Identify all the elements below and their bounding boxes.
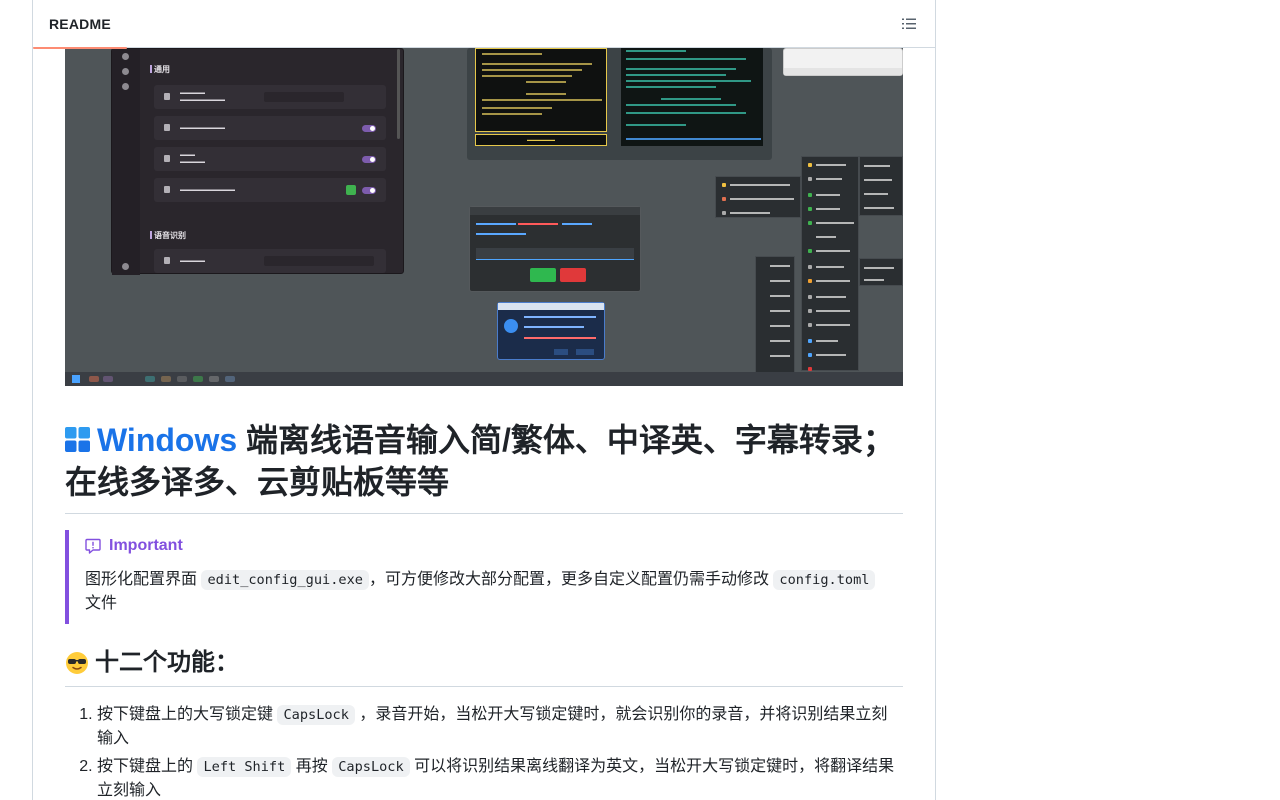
list-item: 按下键盘上的大写锁定键 CapsLock ，录音开始，当松开大写锁定键时，就会识… [97,703,903,751]
terminal-window [621,48,763,146]
alert-title: Important [85,536,903,556]
alert-title-text: Important [109,537,183,554]
dialog-ok-button[interactable] [530,268,556,282]
report-icon [85,538,101,554]
page-heading: Windows 端离线语音输入简/繁体、中译英、字幕转录；在线多译多、云剪贴板等… [65,419,903,514]
readme-tab[interactable]: README [33,0,127,49]
settings-section-general: 通用 [150,65,170,74]
alert-text-1: 图形化配置界面 [85,571,202,588]
app-screenshot-image: 通用 ▬▬▬▬▬ ▬▬▬▬▬▬▬▬▬ ▬▬▬▬▬▬▬▬▬ ▬▬▬ ▬▬▬▬▬ ▬▬▬… [65,48,903,386]
list-item: 按下键盘上的 Left Shift 再按 CapsLock 可以将识别结果离线翻… [97,755,903,800]
code-edit-config-gui: edit_config_gui.exe [201,570,369,590]
windows-taskbar [65,372,903,386]
features-heading: 十二个功能： [65,648,903,687]
question-icon [504,319,518,333]
alert-text-2: ，可方便修改大部分配置，更多自定义配置仍需手动修改 [368,571,774,588]
dialog-cancel-button[interactable] [560,268,586,282]
readme-content: 通用 ▬▬▬▬▬ ▬▬▬▬▬▬▬▬▬ ▬▬▬▬▬▬▬▬▬ ▬▬▬ ▬▬▬▬▬ ▬▬▬… [65,48,903,800]
code-capslock: CapsLock [277,705,355,725]
features-title: 十二个功能： [95,649,239,676]
readme-container: README 通用 ▬▬▬▬▬ ▬▬▬▬▬▬▬▬▬ ▬▬▬▬▬▬▬▬▬ ▬▬▬ … [32,0,936,800]
settings-section-speech: 语音识别 [150,231,186,240]
list-unordered-icon [902,18,916,29]
list-item-text: 按下键盘上的 [97,758,198,775]
settings-window: 通用 ▬▬▬▬▬ ▬▬▬▬▬▬▬▬▬ ▬▬▬▬▬▬▬▬▬ ▬▬▬ ▬▬▬▬▬ ▬▬▬… [111,48,404,275]
notepad-window [783,48,903,76]
log-panel-button[interactable]: ▬▬▬▬▬▬▬ [475,134,607,146]
list-item-text: 再按 [291,758,333,775]
code-capslock: CapsLock [332,757,410,777]
important-alert: Important 图形化配置界面 edit_config_gui.exe ，可方… [65,530,903,624]
windows-logo-icon [65,427,90,452]
features-list: 按下键盘上的大写锁定键 CapsLock ，录音开始，当松开大写锁定键时，就会识… [65,703,903,800]
code-config-toml: config.toml [773,570,876,590]
alert-body: 图形化配置界面 edit_config_gui.exe ，可方便修改大部分配置，更… [85,568,903,616]
readme-header: README [33,0,935,49]
message-box [497,302,605,360]
config-dialog [469,206,641,292]
code-left-shift: Left Shift [197,757,292,777]
outline-button[interactable] [899,14,919,34]
windows-start-icon [72,375,80,383]
alert-text-3: 文件 [85,595,118,612]
heading-brand: Windows [97,422,238,458]
sunglasses-emoji-icon [66,652,88,674]
tray-context-menu [715,156,903,374]
log-panel [475,48,607,132]
list-item-text: 按下键盘上的大写锁定键 [97,706,278,723]
